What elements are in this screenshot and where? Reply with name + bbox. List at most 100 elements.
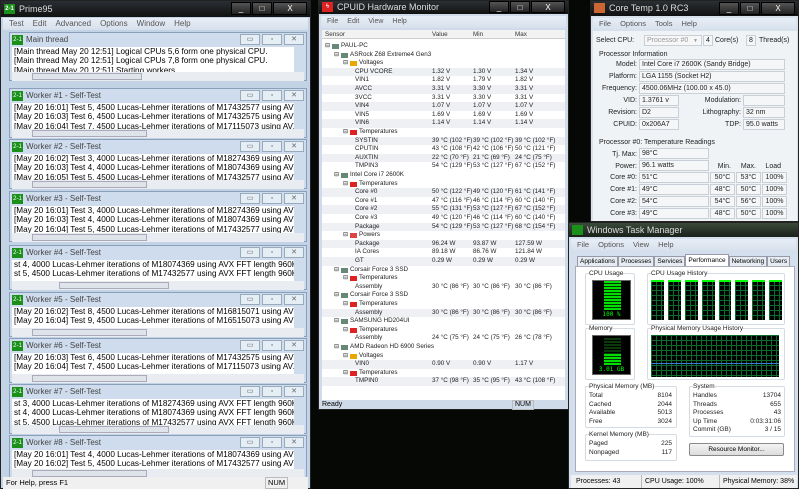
restore-button[interactable]: ▫ [262,437,282,448]
menu-file[interactable]: File [577,239,589,251]
menu-help[interactable]: Help [174,18,190,30]
expand-collapse-icon[interactable]: ⊟ [343,59,348,68]
sensor-row[interactable]: CPU VCORE 1.32 V 1.30 V 1.34 V [322,67,565,77]
minimize-button[interactable]: ▭ [240,437,260,448]
restore-button[interactable]: ▫ [262,34,282,45]
child-titlebar[interactable]: 2-1 Worker #8 - Self-Test ▭ ▫ ✕ [10,436,306,450]
scrollbar-thumb[interactable] [32,130,147,137]
worker-window[interactable]: 2-1 Worker #3 - Self-Test ▭ ▫ ✕ [May 20 16:01… [9,191,307,242]
sensor-row[interactable]: Core #2 55 °C (131 °F) 53 °C (127 °F) 67 °C… [322,205,565,214]
sensor-row[interactable]: SYSTIN 39 °C (102 °F) 39 °C (102 °F) 39 °C … [322,136,565,146]
tab-users[interactable]: Users [767,256,791,266]
sensor-row[interactable]: 3VCC 3.31 V 3.30 V 3.31 V [322,94,565,103]
hwmonitor-titlebar[interactable]: ϟ CPUID Hardware Monitor _ □ X [319,1,568,14]
sensor-row[interactable]: TMPIN3 54 °C (129 °F) 53 °C (127 °F) 67 °C … [322,162,565,171]
expand-collapse-icon[interactable]: ⊟ [343,274,348,283]
menu-view[interactable]: View [633,239,649,251]
restore-button[interactable]: ▫ [262,247,282,258]
coretemp-titlebar[interactable]: Core Temp 1.0 RC3 _ □ X [591,1,798,16]
header-min[interactable]: Min [473,30,483,39]
menu-edit[interactable]: Edit [33,18,47,30]
close-button[interactable]: X [531,1,565,13]
restore-button[interactable]: ▫ [262,193,282,204]
scrollbar-thumb[interactable] [32,234,147,241]
worker-window[interactable]: 2-1 Worker #6 - Self-Test ▭ ▫ ✕ [May 20 16:03… [9,338,307,383]
horizontal-scrollbar[interactable] [12,72,304,81]
scrollbar-thumb[interactable] [59,426,169,433]
minimize-button[interactable]: _ [719,2,739,15]
menu-window[interactable]: Window [137,18,165,30]
log-output[interactable]: [May 20 16:02] Test 3, 4000 Lucas-Lehmer… [12,154,294,180]
expand-collapse-icon[interactable]: ⊟ [334,171,339,180]
sensor-group[interactable]: ⊟ Temperatures [322,274,565,283]
child-titlebar[interactable]: 2-1 Worker #1 - Self-Test ▭ ▫ ✕ [10,89,306,103]
menu-view[interactable]: View [368,16,383,28]
taskmgr-titlebar[interactable]: Windows Task Manager [569,223,798,237]
restore-button[interactable]: ▫ [262,386,282,397]
child-titlebar[interactable]: 2-1 Worker #4 - Self-Test ▭ ▫ ✕ [10,246,306,260]
sensor-group[interactable]: ⊟ Powers [322,231,565,240]
sensor-group[interactable]: ⊟ Voltages [322,352,565,361]
close-button[interactable]: ✕ [284,141,304,152]
expand-collapse-icon[interactable]: ⊟ [343,352,348,361]
sensor-row[interactable]: Package 96.24 W 93.87 W 127.59 W [322,239,565,249]
menu-options[interactable]: Options [100,18,128,30]
expand-collapse-icon[interactable]: ⊟ [334,51,339,60]
maximize-button[interactable]: □ [252,2,272,15]
sensor-group[interactable]: ⊟ Corsair Force 3 SSD [322,291,565,300]
sensor-tree[interactable]: Sensor Value Min Max ⊟ PAUL-PC ⊟ ASRock Z68… [322,30,565,400]
sensor-row[interactable]: VIN0 0.90 V 0.90 V 1.17 V [322,360,565,369]
sensor-row[interactable]: VIN4 1.07 V 1.07 V 1.07 V [322,102,565,111]
menu-options[interactable]: Options [620,18,646,30]
worker-window[interactable]: 2-1 Worker #2 - Self-Test ▭ ▫ ✕ [May 20 16:02… [9,139,307,189]
minimize-button[interactable]: _ [231,2,251,15]
log-output[interactable]: [May 20 16:01] Test 5, 4500 Lucas-Lehmer… [12,103,294,129]
sensor-row[interactable]: Core #3 49 °C (120 °F) 46 °C (114 °F) 60 °C… [322,214,565,223]
restore-button[interactable]: ▫ [262,90,282,101]
log-output[interactable]: [May 20 16:03] Test 6, 4500 Lucas-Lehmer… [12,353,294,374]
log-output[interactable]: st 3, 4000 Lucas-Lehmer iterations of M1… [12,399,294,425]
horizontal-scrollbar[interactable] [12,328,304,337]
sensor-row[interactable]: VIN5 1.69 V 1.69 V 1.69 V [322,111,565,120]
child-titlebar[interactable]: 2-1 Worker #6 - Self-Test ▭ ▫ ✕ [10,339,306,353]
horizontal-scrollbar[interactable] [12,281,304,290]
minimize-button[interactable]: _ [489,1,509,13]
sensor-row[interactable]: GT 0.29 W 0.29 W 0.29 W [322,257,565,266]
log-output[interactable]: [Main thread May 20 12:51] Logical CPUs … [12,47,294,72]
expand-collapse-icon[interactable]: ⊟ [334,317,339,326]
sensor-group[interactable]: ⊟ AMD Radeon HD 6900 Series [322,343,565,352]
close-button[interactable]: ✕ [284,193,304,204]
worker-window[interactable]: 2-1 Worker #1 - Self-Test ▭ ▫ ✕ [May 20 16:01… [9,88,307,138]
expand-collapse-icon[interactable]: ⊟ [334,343,339,352]
child-titlebar[interactable]: 2-1 Worker #5 - Self-Test ▭ ▫ ✕ [10,293,306,307]
worker-window[interactable]: 2-1 Worker #4 - Self-Test ▭ ▫ ✕ st 4, 4000 Lu… [9,245,307,290]
sensor-group[interactable]: ⊟ SAMSUNG HD204UI [322,317,565,326]
expand-collapse-icon[interactable]: ⊟ [325,42,330,51]
scrollbar-thumb[interactable] [59,282,169,289]
menu-file[interactable]: File [599,18,611,30]
horizontal-scrollbar[interactable] [12,374,304,383]
worker-window[interactable]: 2-1 Main thread ▭ ▫ ✕ [Main thread May 20 12:… [9,32,307,81]
resource-monitor-button[interactable]: Resource Monitor... [689,443,784,456]
horizontal-scrollbar[interactable] [12,233,304,242]
sensor-row[interactable]: AVCC 3.31 V 3.30 V 3.31 V [322,85,565,94]
tab-services[interactable]: Services [654,256,686,266]
sensor-group[interactable]: ⊟ Temperatures [322,128,565,137]
child-titlebar[interactable]: 2-1 Main thread ▭ ▫ ✕ [10,33,306,47]
scrollbar-thumb[interactable] [32,470,147,477]
prime95-titlebar[interactable]: 2-1 Prime95 _ □ X [1,1,310,17]
log-output[interactable]: [May 20 16:01] Test 3, 4000 Lucas-Lehmer… [12,206,294,233]
restore-button[interactable]: ▫ [262,141,282,152]
log-output[interactable]: st 4, 4000 Lucas-Lehmer iterations of M1… [12,260,294,281]
restore-button[interactable]: ▫ [262,340,282,351]
scrollbar-thumb[interactable] [32,375,147,382]
minimize-button[interactable]: ▭ [240,193,260,204]
sensor-row[interactable]: Assembly 24 °C (75 °F) 24 °C (75 °F) 26 °C … [322,334,565,343]
sensor-group[interactable]: ⊟ Intel Core i7 2600K [322,171,565,180]
menu-file[interactable]: File [327,16,338,28]
worker-window[interactable]: 2-1 Worker #5 - Self-Test ▭ ▫ ✕ [May 20 16:02… [9,292,307,337]
minimize-button[interactable]: ▭ [240,386,260,397]
sensor-row[interactable]: Package 54 °C (129 °F) 53 °C (127 °F) 68 °C… [322,222,565,232]
close-button[interactable]: ✕ [284,386,304,397]
minimize-button[interactable]: ▭ [240,90,260,101]
